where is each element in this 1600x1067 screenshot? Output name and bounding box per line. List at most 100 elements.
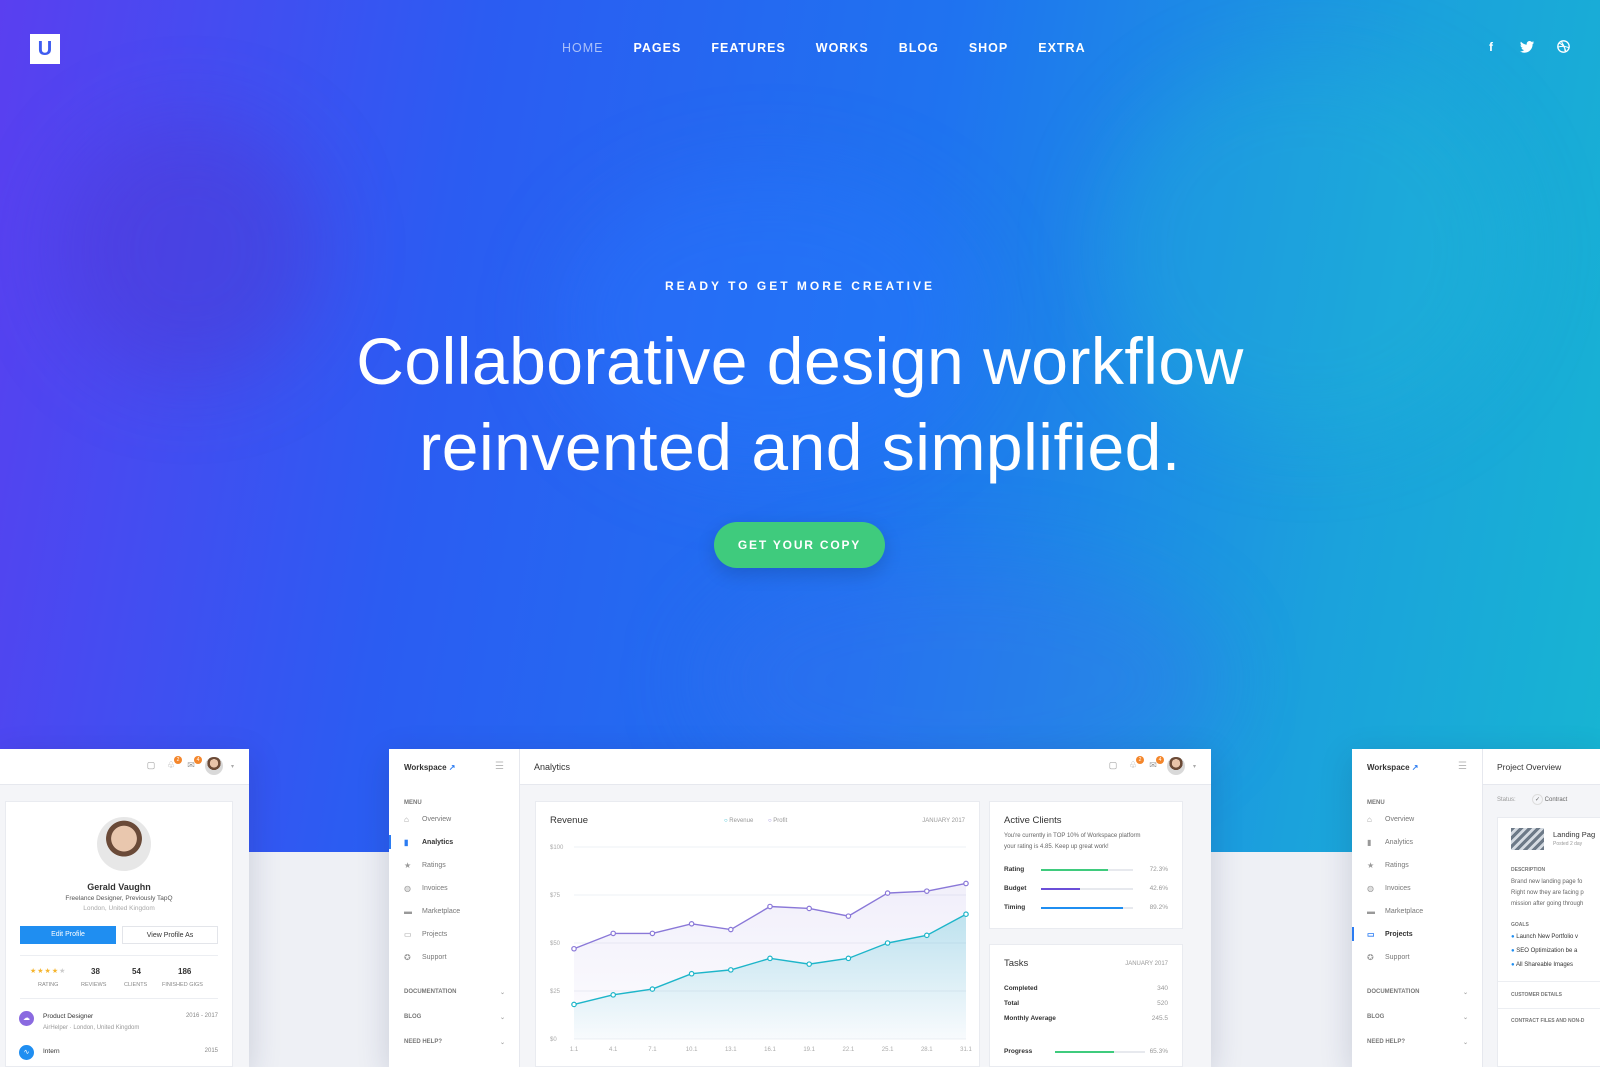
section-need-help[interactable]: NEED HELP? ⌄ [404,1039,505,1046]
notification-badge: 2 [1135,756,1144,764]
view-profile-as-button[interactable]: View Profile As [122,926,218,944]
avatar[interactable] [204,757,223,775]
calendar-icon[interactable]: ▢ [1107,760,1119,772]
calendar-icon[interactable]: ▢ [145,760,157,772]
section-documentation[interactable]: DOCUMENTATION ⌄ [404,989,505,996]
x-tick-label: 10.1 [686,1047,698,1053]
topbar-icons: ▢ ♧ 2 ✉ 4 ▾ [1107,756,1196,775]
customer-details[interactable]: CUSTOMER DETAILS [1511,992,1562,998]
dribbble-icon[interactable] [1556,40,1570,56]
twitter-icon[interactable] [1520,40,1534,56]
trend-icon: ↗ [448,763,456,772]
stat-row-timing: Timing 89.2% [1004,904,1168,916]
hero-headline: Collaborative design workflow reinvented… [0,318,1600,490]
data-point-profit [845,955,852,962]
get-your-copy-button[interactable]: GET YOUR COPY [714,522,885,568]
active-clients-title: Active Clients [1004,815,1062,826]
section-label: NEED HELP? [1367,1039,1406,1045]
task-label: Monthly Average [1004,1015,1056,1022]
goal-item[interactable]: ● Launch New Portfolio v [1511,934,1578,940]
chevron-down-icon: ⌄ [1463,990,1469,996]
revenue-chart: $0 $25 $50 $75 $100 1.1 4.1 7.1 10.1 13.1 16.1 19.1… [550,845,972,1053]
sidebar-item-analytics[interactable]: ▮ Analytics [1352,838,1482,861]
notifications-icon[interactable]: ♧ 2 [1127,756,1144,772]
message-badge: 4 [193,756,202,764]
check-icon: ✓ [1532,794,1543,805]
sidebar-item-overview[interactable]: ⌂ Overview [389,815,519,838]
sidebar-item-ratings[interactable]: ★ Ratings [389,861,519,884]
sidebar-item-label: Marketplace [1385,908,1424,915]
sidebar-item-ratings[interactable]: ★ Ratings [1352,861,1482,884]
messages-icon[interactable]: ✉ 4 [1147,756,1164,772]
status-value[interactable]: ✓ Contract [1532,794,1592,806]
check-circle-icon: ● [1511,934,1515,940]
stat-bar [1041,907,1133,909]
sidebar-item-marketplace[interactable]: ▬ Marketplace [1352,907,1482,930]
nav-blog[interactable]: BLOG [899,41,939,55]
nav-works[interactable]: WORKS [816,41,869,55]
job1-title: Product Designer [43,1013,94,1020]
nav-extra[interactable]: EXTRA [1038,41,1085,55]
stat-bar [1041,888,1133,890]
chevron-down-icon[interactable]: ▾ [1193,763,1196,770]
sidebar-item-invoices[interactable]: ◍ Invoices [1352,884,1482,907]
description-line-2: Right now they are facing p [1511,890,1584,896]
menu-icon[interactable]: ☰ [495,761,504,772]
workspace-label[interactable]: Workspace ↗ [404,763,455,772]
stat-bar-fill [1041,888,1081,890]
chat-icon: ▭ [404,930,412,939]
profile-preview: ▢ ♧ 2 ✉ 4 ▾ Gerald Vaughn Freelance Design… [0,749,249,1067]
data-point-profit [728,967,734,973]
brand-logo[interactable]: U [30,34,60,64]
avatar[interactable] [1166,757,1185,775]
nav-home[interactable]: HOME [562,41,604,55]
edit-profile-button[interactable]: Edit Profile [20,926,116,944]
globe-icon: ◍ [1367,884,1374,893]
data-point-profit [767,955,773,962]
reviews-value: 38 [91,967,100,976]
section-documentation[interactable]: DOCUMENTATION ⌄ [1367,989,1468,996]
bar-chart-icon: ▮ [404,838,409,847]
menu-icon[interactable]: ☰ [1458,761,1467,772]
nav-pages[interactable]: PAGES [634,41,682,55]
nav-features[interactable]: FEATURES [711,41,785,55]
check-circle-icon: ● [1511,948,1515,954]
sidebar-item-support[interactable]: ✪ Support [389,953,519,976]
project-card: Landing Pag Posted 2 day DESCRIPTION Bra… [1497,817,1600,1067]
section-blog[interactable]: BLOG ⌄ [404,1014,505,1021]
chevron-down-icon[interactable]: ▾ [231,763,234,770]
stat-bar [1041,869,1133,871]
status-value-text: Contract [1544,797,1568,803]
x-tick-label: 13.1 [725,1047,737,1053]
nav-shop[interactable]: SHOP [969,41,1008,55]
data-point-profit [923,932,930,939]
section-label: DOCUMENTATION [404,989,457,995]
goal-item[interactable]: ● SEO Optimization be a [1511,948,1577,954]
section-blog[interactable]: BLOG ⌄ [1367,1014,1468,1021]
sidebar-menu: ⌂ Overview ▮ Analytics ★ Ratings ◍ Invoices … [389,815,519,976]
lifebuoy-icon: ✪ [1367,953,1374,962]
goal-item[interactable]: ● All Shareable Images [1511,962,1573,968]
sidebar-item-projects[interactable]: ▭ Projects [389,930,519,953]
sidebar-item-overview[interactable]: ⌂ Overview [1352,815,1482,838]
workspace-label[interactable]: Workspace ↗ [1367,763,1418,772]
messages-icon[interactable]: ✉ 4 [185,756,202,772]
notifications-icon[interactable]: ♧ 2 [165,756,182,772]
project-title: Project Overview [1497,762,1562,772]
sidebar-item-label: Projects [422,931,448,938]
sidebar-item-support[interactable]: ✪ Support [1352,953,1482,976]
tasks-card: Tasks JANUARY 2017 Completed 340 Total 520… [989,944,1183,1067]
sidebar-item-analytics[interactable]: ▮ Analytics [389,835,519,861]
data-point-profit [806,961,813,967]
section-need-help[interactable]: NEED HELP? ⌄ [1367,1039,1468,1046]
sidebar-item-invoices[interactable]: ◍ Invoices [389,884,519,907]
project-thumbnail [1511,828,1544,850]
contract-files[interactable]: CONTRACT FILES AND NON-D [1511,1018,1584,1024]
description-label: DESCRIPTION [1511,867,1546,873]
sidebar-item-projects[interactable]: ▭ Projects [1352,927,1482,953]
facebook-icon[interactable]: f [1484,40,1498,56]
headline-line-1: Collaborative design workflow [356,324,1244,398]
section-label: BLOG [404,1014,422,1020]
task-value: 520 [1157,1000,1168,1007]
sidebar-item-marketplace[interactable]: ▬ Marketplace [389,907,519,930]
